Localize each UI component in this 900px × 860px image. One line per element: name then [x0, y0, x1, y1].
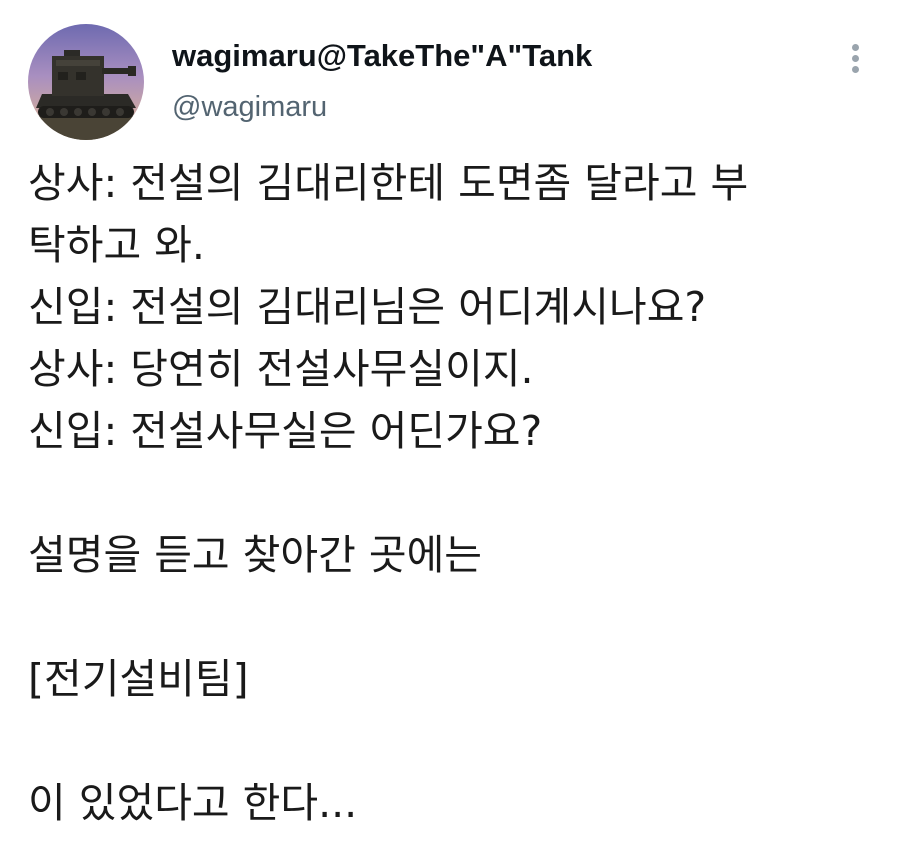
tweet-line: 신입: 전설의 김대리님은 어디계시나요? [28, 283, 707, 331]
tweet-line: 상사: 당연히 전설사무실이지. [28, 345, 534, 393]
tweet-line: 상사: 전설의 김대리한테 도면좀 달라고 부 [28, 159, 749, 207]
tweet-card: wagimaru@TakeThe"A"Tank @wagimaru 상사: 전설… [0, 0, 900, 860]
tank-avatar-icon[interactable] [28, 24, 144, 140]
tweet-line: [전기설비팀] [28, 655, 249, 703]
tweet-line: 탁하고 와. [28, 221, 205, 269]
more-vertical-icon[interactable] [840, 38, 870, 78]
tweet-text: 상사: 전설의 김대리한테 도면좀 달라고 부 탁하고 와. 신입: 전설의 김… [28, 152, 888, 834]
author-handle[interactable]: @wagimaru [172, 88, 327, 126]
author-display-name[interactable]: wagimaru@TakeThe"A"Tank [172, 36, 592, 76]
tweet-line: 설명을 듣고 찾아간 곳에는 [28, 531, 483, 579]
tweet-line: 신입: 전설사무실은 어딘가요? [28, 407, 543, 455]
tweet-line: 이 있었다고 한다... [28, 779, 358, 827]
